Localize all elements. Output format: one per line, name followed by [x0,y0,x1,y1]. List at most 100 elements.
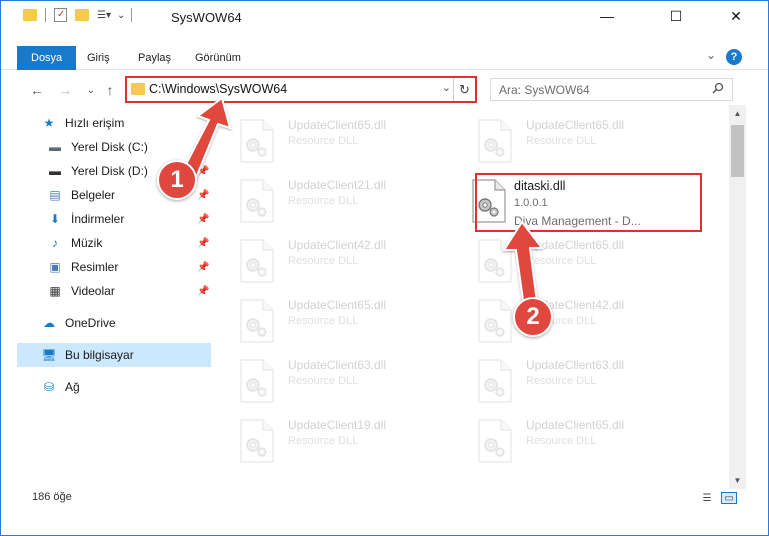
sidebar-item-label: OneDrive [65,316,116,330]
file-description: Resource DLL [288,315,359,327]
file-name: UpdateClient65.dll [526,418,625,432]
navigation-bar: ← → ⌄ ↑ C:\Windows\SysWOW64 ⌄ ↻ Ara: Sys… [1,76,768,104]
sidebar-item[interactable]: ♪ Müzik 📌 [17,231,211,255]
pin-icon[interactable]: 📌 [197,286,209,297]
tab-view[interactable]: Görünüm [185,46,251,70]
dll-file-icon [477,119,513,163]
document-icon: ▤ [49,188,61,202]
sidebar-item[interactable]: ⬇ İndirmeler 📌 [17,207,211,231]
sidebar-item[interactable]: ▦ Videolar 📌 [17,279,211,303]
dll-file-icon [239,239,275,283]
tab-home[interactable]: Giriş [77,46,120,70]
forward-button[interactable]: → [55,80,75,100]
file-description: Resource DLL [526,375,597,387]
quick-access-toolbar: ✓ ☰▾ ⌄ [23,8,133,22]
pin-icon[interactable]: 📌 [197,190,209,201]
star-icon: ★ [43,116,55,130]
separator [131,8,133,22]
pin-icon[interactable]: 📌 [197,238,209,249]
status-bar: 186 öğe ☰ ▭ [1,487,768,509]
sidebar-item-label: Bu bilgisayar [65,348,134,362]
search-icon [712,82,724,97]
callout-badge-2: 2 [513,297,553,337]
qa-dropdown-icon[interactable]: ⌄ [117,10,125,21]
vertical-scrollbar[interactable]: ▲ ▼ [729,105,746,489]
scroll-up-icon[interactable]: ▲ [729,105,746,122]
title-bar: ✓ ☰▾ ⌄ SysWOW64 — ☐ ✕ [1,1,768,34]
dll-file-icon [239,419,275,463]
address-dropdown-icon[interactable]: ⌄ [442,81,451,94]
file-item[interactable]: UpdateClient42.dll Resource DLL [227,233,447,289]
pin-icon[interactable]: 📌 [197,142,209,153]
pin-icon[interactable]: 📌 [197,214,209,225]
sidebar-item-label: Ağ [65,380,80,394]
help-icon[interactable]: ? [726,49,742,65]
pictures-icon: ▣ [49,260,61,274]
dll-file-icon [239,359,275,403]
file-name: UpdateClient42.dll [288,238,387,252]
pin-icon[interactable]: 📌 [197,166,209,177]
file-name: UpdateClient65.dll [526,238,625,252]
file-description: Resource DLL [288,375,359,387]
file-item[interactable]: UpdateClient21.dll Resource DLL [227,173,447,229]
file-description: Resource DLL [526,255,597,267]
sidebar-item-label: Hızlı erişim [65,116,125,130]
up-button[interactable]: ↑ [100,80,120,100]
file-item[interactable]: UpdateClient42.dll Resource DLL [465,293,685,349]
sidebar-item[interactable]: 🖥 Bu bilgisayar [17,343,211,367]
address-bar[interactable]: C:\Windows\SysWOW64 ⌄ ↻ [125,76,477,103]
sidebar-item[interactable]: ☁ OneDrive [17,311,211,335]
search-input[interactable]: Ara: SysWOW64 [490,78,733,101]
file-name: UpdateClient65.dll [526,118,625,132]
sidebar-item[interactable]: ⛁ Ağ [17,375,211,399]
file-item[interactable]: UpdateClient65.dll Resource DLL [465,413,685,469]
sidebar-item-label: Videolar [71,284,115,298]
folder-icon[interactable] [23,9,37,21]
file-item[interactable]: UpdateClient63.dll Resource DLL [465,353,685,409]
maximize-button[interactable]: ☐ [653,1,699,31]
scroll-thumb[interactable] [731,125,744,177]
ribbon-expand-icon[interactable]: ⌄ [706,48,716,62]
properties-icon[interactable]: ✓ [54,8,67,22]
refresh-button[interactable]: ↻ [453,78,475,101]
file-item[interactable]: UpdateClient65.dll Resource DLL [465,233,685,289]
new-folder-icon[interactable] [75,9,89,21]
tiles-view-icon[interactable]: ▭ [721,492,737,504]
sidebar-item[interactable]: ▣ Resimler 📌 [17,255,211,279]
video-icon: ▦ [49,284,61,298]
back-button[interactable]: ← [27,80,47,100]
folder-icon [131,83,145,95]
ribbon-tabs: Dosya Giriş Paylaş Görünüm ⌄ ? [1,46,768,70]
file-item[interactable]: UpdateClient19.dll Resource DLL [227,413,447,469]
recent-locations-button[interactable]: ⌄ [81,80,101,100]
file-item[interactable]: UpdateClient65.dll Resource DLL [227,113,447,169]
pin-icon[interactable]: 📌 [197,262,209,273]
sidebar-item[interactable]: ▬ Yerel Disk (C:) 📌 [17,135,211,159]
drive-icon: ▬ [49,140,61,154]
file-description: Resource DLL [288,255,359,267]
file-item[interactable]: UpdateClient63.dll Resource DLL [227,353,447,409]
address-path[interactable]: C:\Windows\SysWOW64 [149,82,287,96]
sidebar-item-label: Yerel Disk (C:) [71,140,148,154]
network-icon: ⛁ [43,380,55,394]
sidebar-item-label: Yerel Disk (D:) [71,164,148,178]
file-item[interactable]: UpdateClient65.dll Resource DLL [465,113,685,169]
file-description: Resource DLL [288,435,359,447]
file-name: UpdateClient21.dll [288,178,387,192]
item-count: 186 öğe [32,491,72,503]
customize-icon[interactable]: ☰▾ [97,10,111,21]
callout-badge-1: 1 [157,160,197,200]
close-button[interactable]: ✕ [713,1,759,31]
window-title: SysWOW64 [171,10,242,25]
tab-share[interactable]: Paylaş [128,46,181,70]
dll-file-icon [239,299,275,343]
file-name: UpdateClient19.dll [288,418,387,432]
details-view-icon[interactable]: ☰ [699,492,715,504]
cloud-icon: ☁ [43,316,55,330]
sidebar-item[interactable]: ★ Hızlı erişim [17,111,211,135]
sidebar-item-label: Müzik [71,236,103,250]
minimize-button[interactable]: — [584,1,630,31]
tab-file[interactable]: Dosya [17,46,77,70]
search-placeholder: Ara: SysWOW64 [499,83,590,97]
file-item[interactable]: UpdateClient65.dll Resource DLL [227,293,447,349]
